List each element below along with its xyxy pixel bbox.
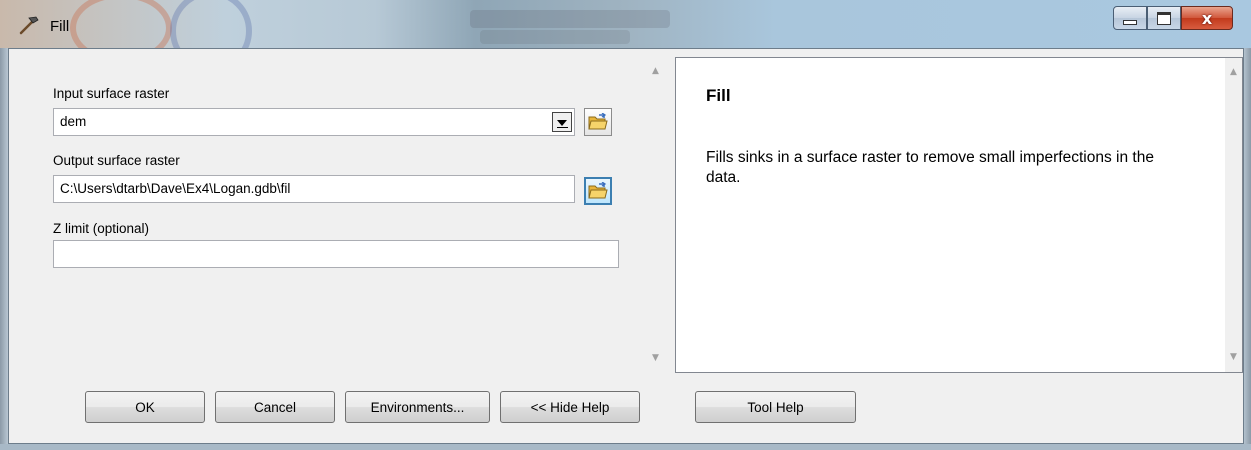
title-bar[interactable]: Fill x [0, 0, 1251, 72]
maximize-button[interactable] [1147, 6, 1181, 30]
scroll-up-icon[interactable]: ▲ [647, 63, 664, 80]
help-description: Fills sinks in a surface raster to remov… [706, 149, 1154, 186]
maximize-icon [1157, 11, 1171, 25]
scroll-down-icon[interactable]: ▼ [647, 350, 664, 367]
input-surface-raster-value: dem [60, 114, 87, 129]
open-folder-icon [588, 113, 608, 130]
hide-help-button[interactable]: << Hide Help [500, 391, 640, 423]
background-decoration [480, 30, 630, 44]
z-limit-label: Z limit (optional) [53, 221, 150, 236]
input-surface-raster-label: Input surface raster [53, 86, 170, 101]
background-decoration [470, 10, 670, 28]
scroll-down-icon[interactable]: ▼ [1225, 349, 1242, 366]
window-controls: x [1113, 6, 1233, 30]
environments-button[interactable]: Environments... [345, 391, 490, 423]
output-browse-button[interactable] [584, 177, 612, 205]
cancel-button[interactable]: Cancel [215, 391, 335, 423]
close-icon: x [1201, 8, 1213, 28]
scroll-up-icon[interactable]: ▲ [1225, 64, 1242, 81]
ok-button[interactable]: OK [85, 391, 205, 423]
button-bar: OK Cancel Environments... << Hide Help T… [9, 373, 1243, 443]
window-title: Fill [50, 18, 70, 35]
open-folder-icon [588, 182, 608, 199]
help-scrollbar[interactable]: ▲ ▼ [1225, 58, 1242, 372]
input-browse-button[interactable] [584, 108, 612, 136]
tool-help-button[interactable]: Tool Help [695, 391, 856, 423]
z-limit-field[interactable] [53, 240, 619, 268]
help-pane: Fill Fills sinks in a surface raster to … [675, 57, 1243, 373]
parameters-scrollbar[interactable]: ▲ ▼ [647, 57, 664, 373]
output-surface-raster-label: Output surface raster [53, 153, 180, 168]
window-frame-left [0, 48, 8, 450]
window-frame-right [1243, 48, 1251, 450]
close-button[interactable]: x [1181, 6, 1233, 30]
help-title: Fill [706, 86, 731, 105]
parameters-pane: Input surface raster dem Output surface … [9, 49, 669, 373]
minimize-icon [1123, 19, 1137, 25]
minimize-button[interactable] [1113, 6, 1147, 30]
chevron-down-icon[interactable] [552, 112, 572, 132]
output-surface-raster-value: C:\Users\dtarb\Dave\Ex4\Logan.gdb\fil [60, 181, 291, 196]
window-frame-bottom [0, 444, 1251, 450]
output-surface-raster-field[interactable]: C:\Users\dtarb\Dave\Ex4\Logan.gdb\fil [53, 175, 575, 203]
dialog-body: Input surface raster dem Output surface … [8, 48, 1244, 444]
hammer-icon [19, 16, 39, 35]
input-surface-raster-combobox[interactable]: dem [53, 108, 575, 136]
